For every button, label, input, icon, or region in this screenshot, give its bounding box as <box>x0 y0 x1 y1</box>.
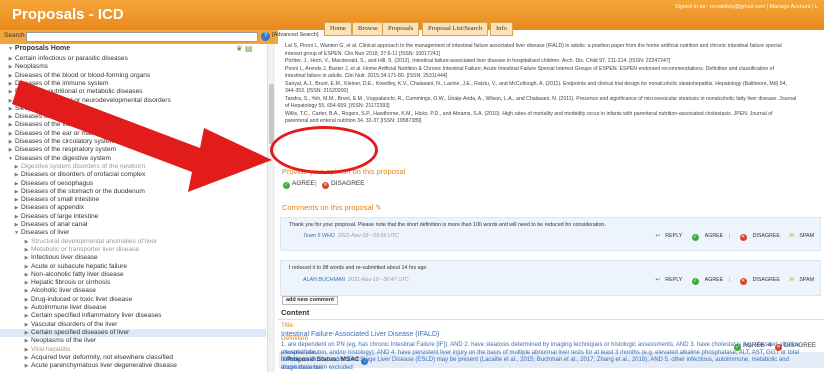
red-arrow-shape <box>12 80 272 192</box>
annotation-arrow <box>12 80 272 192</box>
annotation-circle <box>270 126 378 174</box>
